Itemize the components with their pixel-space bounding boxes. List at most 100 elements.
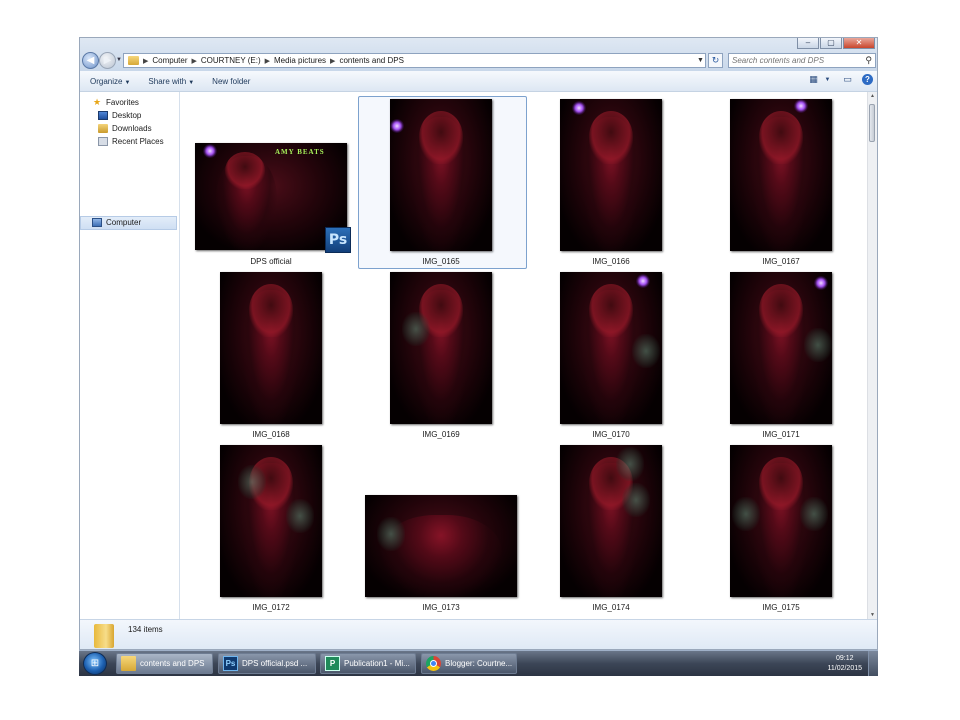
show-desktop-button[interactable]: [868, 651, 878, 676]
file-name: IMG_0173: [422, 603, 460, 612]
back-button[interactable]: ◀: [82, 52, 99, 69]
hair-shape: [225, 151, 265, 189]
taskbar-button-label: Blogger: Courtne...: [445, 659, 513, 668]
start-button[interactable]: ⊞: [83, 652, 107, 675]
photoshop-icon: Ps: [223, 656, 238, 671]
chrome-icon: [426, 656, 441, 671]
address-dropdown-icon[interactable]: ▼: [697, 57, 704, 64]
nav-favorites[interactable]: ★ Favorites: [92, 97, 139, 107]
share-with-label: Share with: [148, 76, 187, 86]
publisher-icon: P: [325, 656, 340, 671]
file-name: IMG_0167: [762, 257, 800, 266]
file-thumbnail: [365, 495, 517, 597]
nav-recent-places[interactable]: Recent Places: [98, 137, 164, 146]
clock-time: 09:12: [835, 655, 854, 662]
breadcrumb-drive[interactable]: COURTNEY (E:): [201, 56, 261, 65]
breadcrumb-media-pictures[interactable]: Media pictures: [274, 56, 326, 65]
taskbar-button-publisher[interactable]: P Publication1 - Mi...: [320, 653, 416, 674]
hand-shape: [616, 447, 644, 481]
hand-shape: [800, 497, 828, 531]
file-thumbnail: [390, 272, 492, 424]
command-bar: Organize ▼ Share with ▼ New folder ▦ ▼ ▭ ?: [80, 71, 877, 92]
hair-shape: [758, 284, 804, 338]
refresh-button[interactable]: ↻: [708, 53, 723, 68]
file-name: IMG_0166: [592, 257, 630, 266]
file-thumbnail: [390, 99, 492, 251]
file-thumbnail: [220, 272, 322, 424]
taskbar-button-photoshop[interactable]: Ps DPS official.psd ...: [218, 653, 316, 674]
file-grid: AMY BEATS Ps DPS official IMG_0165 IMG_0…: [180, 92, 870, 619]
search-box[interactable]: ⚲: [728, 53, 876, 68]
taskbar: ⊞ contents and DPS Ps DPS official.psd .…: [79, 650, 878, 676]
nav-computer[interactable]: Computer: [92, 218, 141, 227]
file-name: IMG_0171: [762, 430, 800, 439]
file-thumbnail: [730, 272, 832, 424]
chevron-down-icon: ▼: [124, 79, 131, 86]
scrollbar-thumb[interactable]: [869, 104, 875, 142]
new-folder-button[interactable]: New folder: [212, 77, 250, 86]
recent-places-icon: [98, 137, 108, 146]
nav-recent-places-label: Recent Places: [112, 137, 164, 146]
search-input[interactable]: [732, 56, 858, 65]
taskbar-button-chrome[interactable]: Blogger: Courtne...: [421, 653, 517, 674]
file-thumbnail: [220, 445, 322, 597]
help-icon[interactable]: ?: [862, 74, 873, 85]
file-name: IMG_0170: [592, 430, 630, 439]
nav-desktop[interactable]: Desktop: [98, 111, 141, 120]
file-thumbnail: [730, 445, 832, 597]
maximize-button[interactable]: ▢: [820, 38, 842, 49]
light-flare: [814, 276, 828, 290]
file-name: IMG_0174: [592, 603, 630, 612]
refresh-icon: ↻: [711, 55, 720, 65]
hand-shape: [377, 517, 405, 551]
new-folder-label: New folder: [212, 76, 251, 86]
search-icon[interactable]: ⚲: [865, 55, 872, 66]
hand-shape: [804, 328, 832, 362]
view-options-chevron-icon[interactable]: ▼: [822, 74, 833, 85]
recent-pages-dropdown[interactable]: ▼: [116, 57, 122, 63]
nav-computer-label: Computer: [106, 218, 142, 227]
hair-shape: [588, 111, 634, 165]
hand-shape: [238, 465, 266, 499]
organize-menu[interactable]: Organize ▼: [90, 77, 130, 86]
system-clock[interactable]: 09:12 11/02/2015: [827, 654, 862, 674]
item-count: 134 items: [128, 625, 163, 634]
forward-button[interactable]: ▶: [99, 52, 116, 69]
breadcrumb-separator-icon[interactable]: ▶: [192, 57, 197, 65]
thumbnail-title-text: AMY BEATS: [275, 148, 325, 156]
hand-shape: [632, 334, 660, 368]
navigation-pane: ★ Favorites Desktop Downloads Recent Pla…: [80, 92, 180, 619]
hair-shape: [758, 111, 804, 165]
share-with-menu[interactable]: Share with ▼: [148, 77, 194, 86]
hair-shape: [418, 111, 464, 165]
light-flare: [636, 274, 650, 288]
close-button[interactable]: ✕: [843, 38, 875, 49]
nav-favorites-label: Favorites: [106, 98, 139, 107]
hand-shape: [622, 483, 650, 517]
hair-shape: [248, 284, 294, 338]
organize-label: Organize: [90, 76, 123, 86]
file-thumbnail: [560, 272, 662, 424]
nav-downloads[interactable]: Downloads: [98, 124, 152, 133]
breadcrumb-separator-icon[interactable]: ▶: [143, 57, 148, 65]
taskbar-button-explorer[interactable]: contents and DPS: [116, 653, 213, 674]
file-thumbnail: [560, 445, 662, 597]
change-view-icon[interactable]: ▦: [808, 74, 819, 85]
breadcrumb-separator-icon[interactable]: ▶: [330, 57, 335, 65]
address-bar[interactable]: ▶ Computer ▶ COURTNEY (E:) ▶ Media pictu…: [123, 53, 706, 68]
breadcrumb-current-folder[interactable]: contents and DPS: [339, 56, 403, 65]
breadcrumb-computer[interactable]: Computer: [152, 56, 187, 65]
folder-icon: [128, 56, 139, 65]
minimize-button[interactable]: –: [797, 38, 819, 49]
computer-icon: [92, 218, 102, 227]
scroll-up-icon[interactable]: ▲: [868, 93, 877, 99]
nav-downloads-label: Downloads: [112, 124, 152, 133]
chevron-down-icon: ▼: [188, 79, 195, 86]
scroll-down-icon[interactable]: ▼: [868, 612, 877, 618]
preview-pane-icon[interactable]: ▭: [842, 74, 853, 85]
file-thumbnail: [560, 99, 662, 251]
light-flare: [794, 99, 808, 113]
breadcrumb-separator-icon[interactable]: ▶: [265, 57, 270, 65]
vertical-scrollbar[interactable]: ▲ ▼: [867, 92, 877, 619]
clock-date: 11/02/2015: [827, 665, 862, 672]
